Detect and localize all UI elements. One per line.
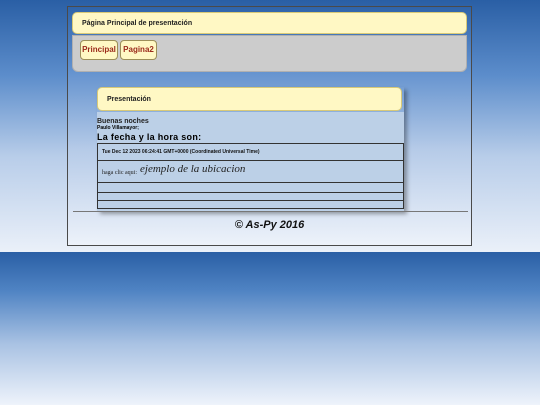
- page-header: Página Principal de presentación: [72, 12, 467, 34]
- footer-copyright: © As-Py 2016: [234, 219, 305, 231]
- date-heading: La fecha y la hora son:: [97, 132, 202, 142]
- user-name: Paulo Villamayor;: [97, 125, 139, 131]
- footer-divider: [73, 211, 468, 212]
- nav-pagina2-button[interactable]: Pagina2: [120, 40, 157, 60]
- table-row: [98, 193, 403, 201]
- table-row: Tue Dec 12 2023 06:24:41 GMT+0000 (Coord…: [98, 144, 403, 161]
- info-table: Tue Dec 12 2023 06:24:41 GMT+0000 (Coord…: [97, 143, 404, 209]
- table-row: [98, 183, 403, 193]
- nav-principal-button[interactable]: Principal: [80, 40, 118, 60]
- panel-body: Buenas noches Paulo Villamayor; La fecha…: [97, 112, 404, 211]
- table-row: [98, 201, 403, 209]
- click-prefix-text: haga clic aqui:: [102, 170, 137, 176]
- nav-bar: Principal Pagina2: [72, 35, 467, 72]
- location-link[interactable]: ejemplo de la ubicacion: [140, 163, 245, 175]
- greeting-text: Buenas noches: [97, 118, 149, 125]
- panel-header: Presentación: [97, 87, 402, 111]
- date-value: Tue Dec 12 2023 06:24:41 GMT+0000 (Coord…: [102, 149, 260, 155]
- main-container: Página Principal de presentación Princip…: [67, 6, 472, 246]
- table-row: haga clic aqui: ejemplo de la ubicacion: [98, 161, 403, 183]
- presentation-panel: Presentación Buenas noches Paulo Villama…: [97, 87, 404, 211]
- page-background: [0, 252, 540, 405]
- panel-title: Presentación: [107, 96, 151, 103]
- page-title: Página Principal de presentación: [82, 20, 193, 27]
